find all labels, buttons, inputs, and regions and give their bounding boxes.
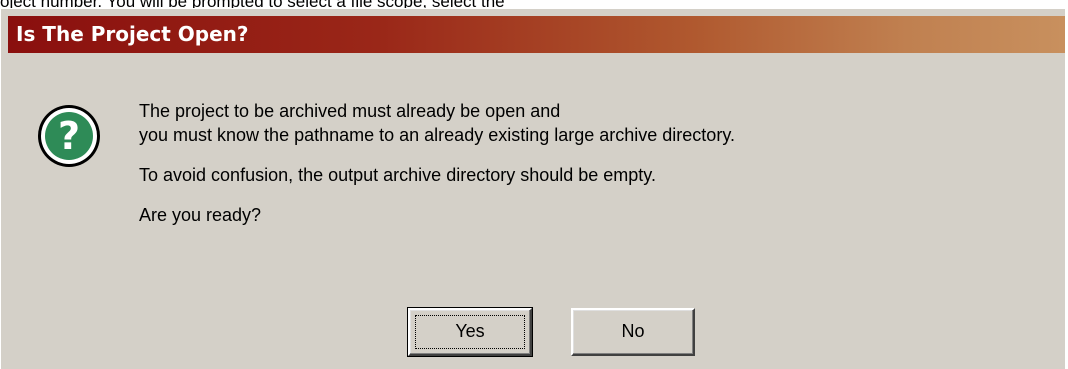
message-line: To avoid confusion, the output archive d… <box>139 165 656 185</box>
message-line: The project to be archived must already … <box>139 101 561 121</box>
no-button[interactable]: No <box>571 308 695 356</box>
dialog-title: Is The Project Open? <box>16 22 249 46</box>
message-line: Are you ready? <box>139 205 262 225</box>
message-dialog: Is The Project Open? ? The project to be… <box>1 9 1065 369</box>
svg-text:?: ? <box>58 114 80 158</box>
yes-button[interactable]: Yes <box>407 307 533 357</box>
question-icon: ? <box>36 103 102 169</box>
no-button-label: No <box>621 321 645 341</box>
message-line: you must know the pathname to an already… <box>139 125 735 145</box>
dialog-message: The project to be archived must already … <box>139 99 735 227</box>
background-document-text: oject number. You will be prompted to se… <box>0 0 1068 8</box>
focus-ring <box>415 315 525 349</box>
dialog-titlebar[interactable]: Is The Project Open? <box>8 16 1065 53</box>
